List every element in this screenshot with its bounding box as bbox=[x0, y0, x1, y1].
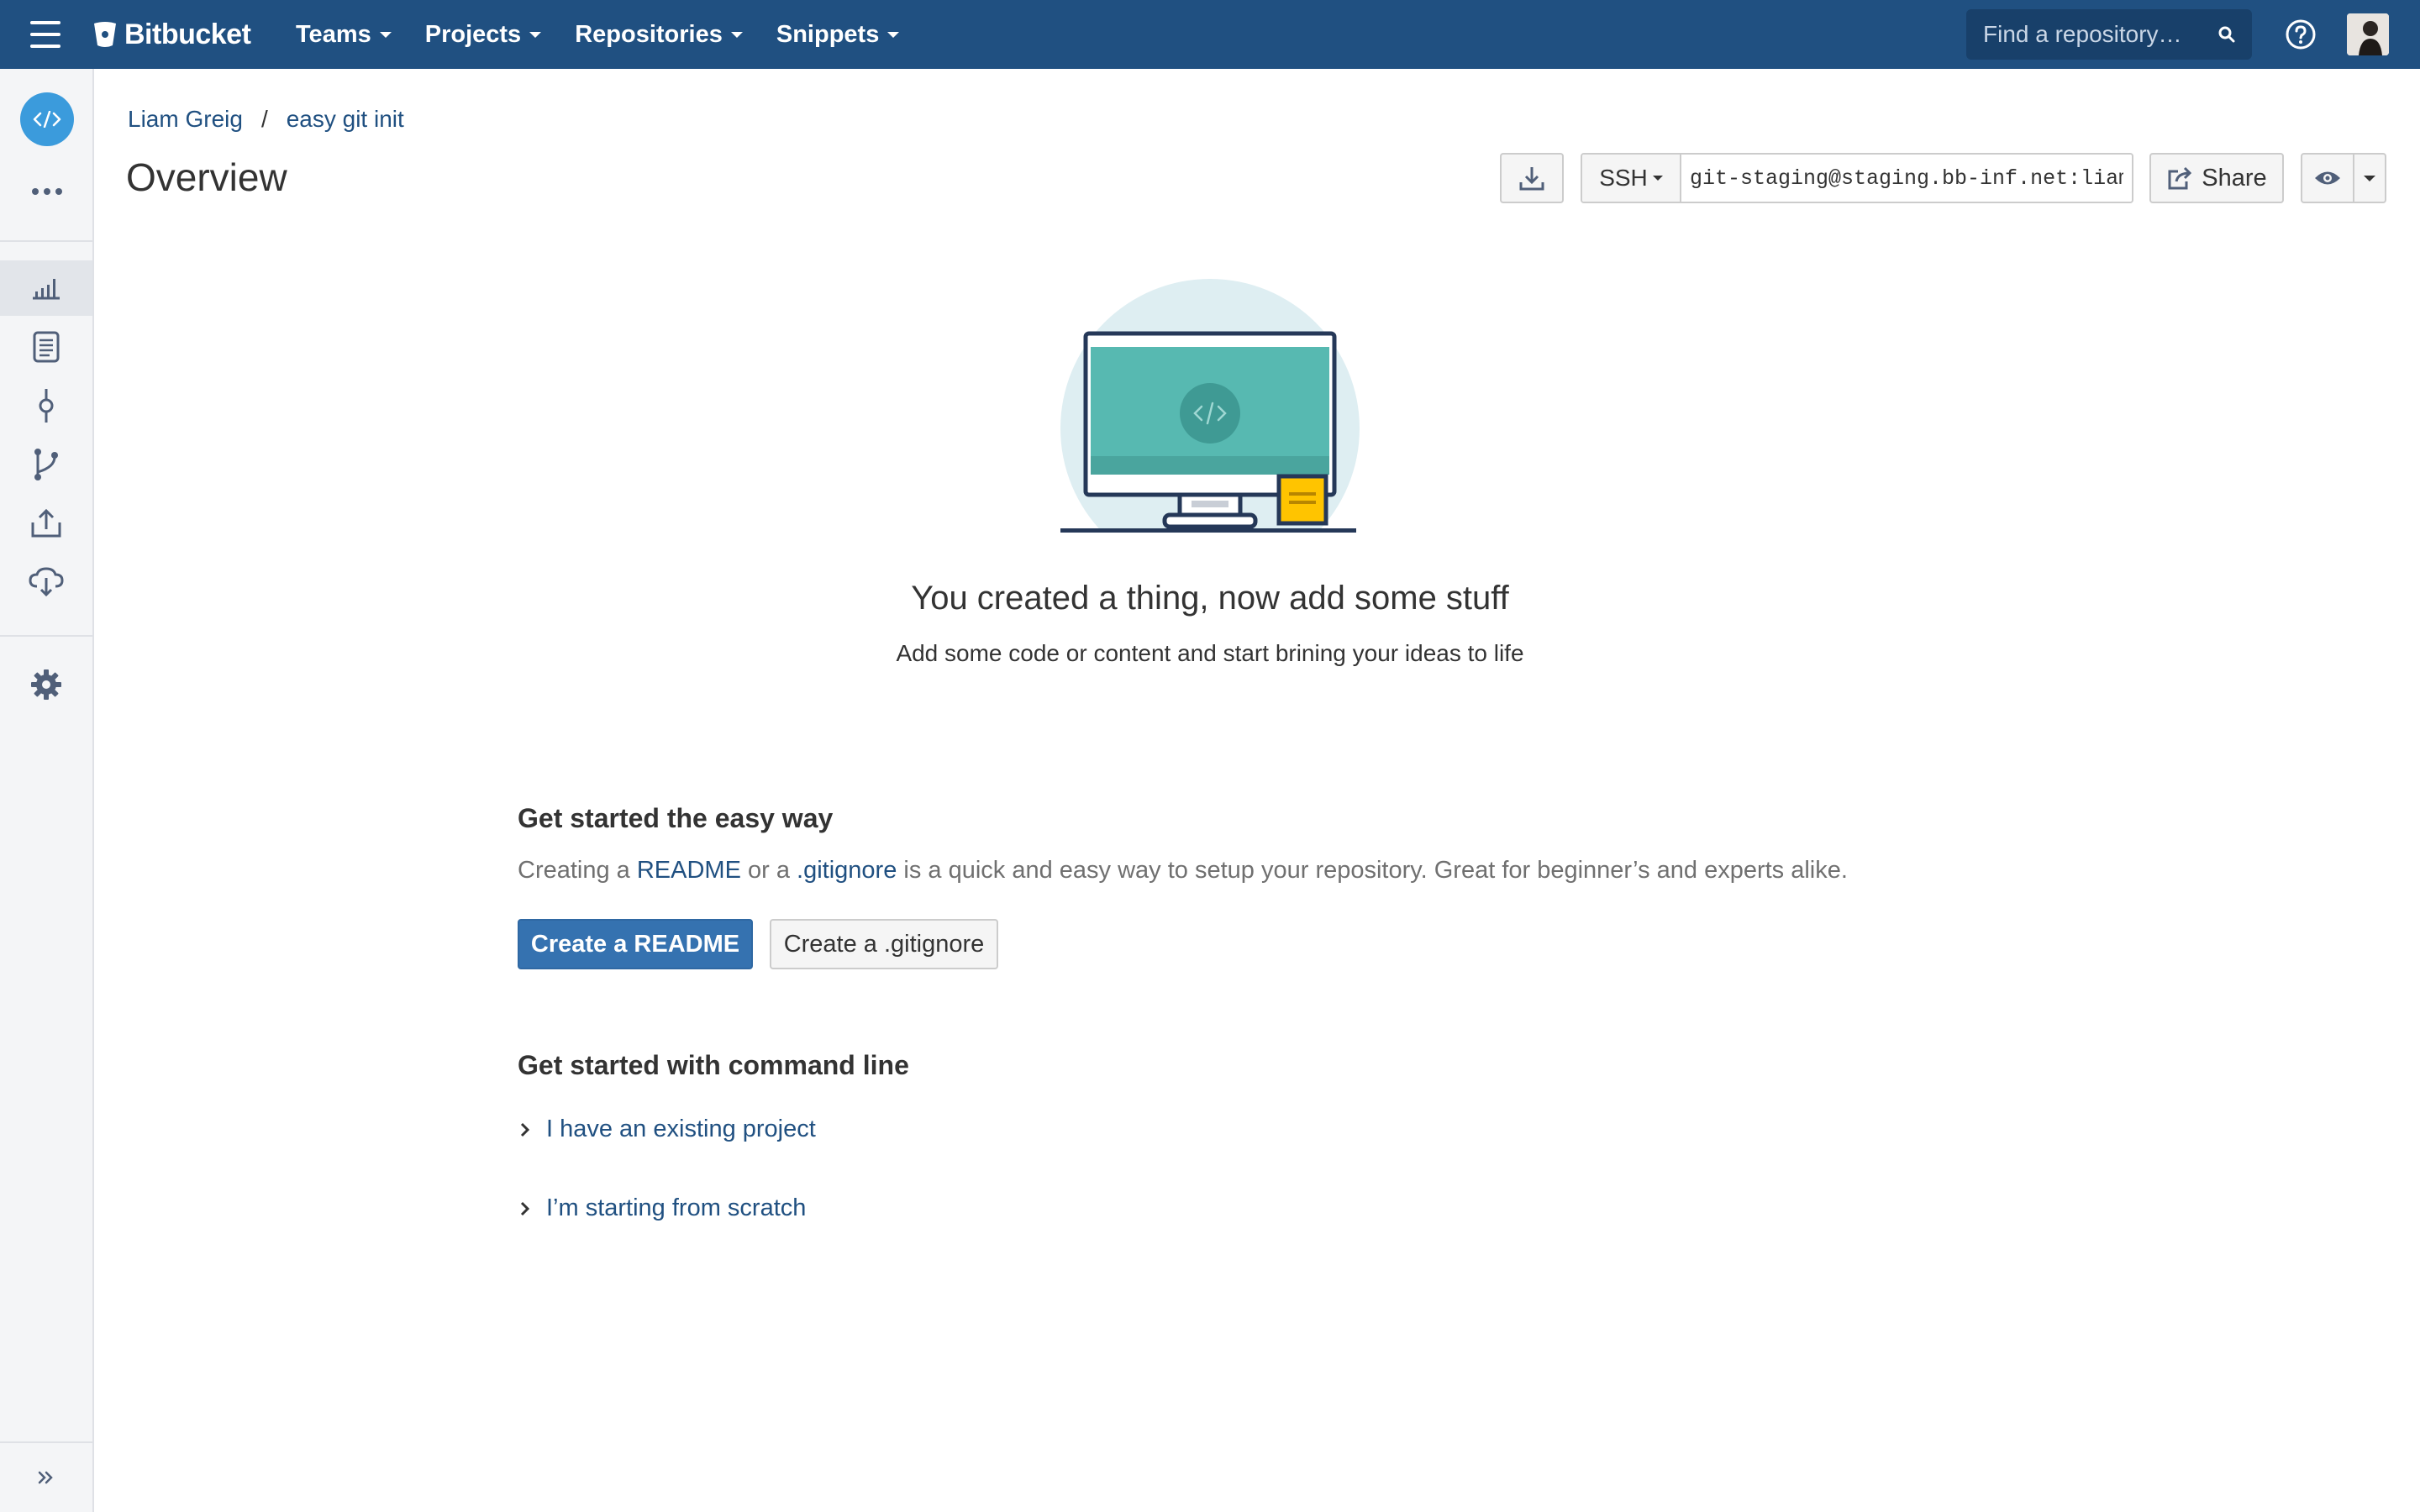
desc-prefix: Creating a bbox=[518, 857, 637, 884]
download-icon bbox=[1519, 167, 1544, 191]
repository-search bbox=[1966, 9, 2252, 60]
sidebar-item-commits[interactable] bbox=[0, 378, 92, 433]
breadcrumb-separator: / bbox=[260, 106, 268, 132]
search-input[interactable] bbox=[1983, 21, 2193, 48]
chevron-down-icon bbox=[1652, 176, 1663, 181]
watch-dropdown[interactable] bbox=[2354, 155, 2385, 202]
gitignore-link[interactable]: .gitignore bbox=[797, 857, 897, 884]
chevron-down-icon bbox=[887, 31, 900, 38]
user-photo bbox=[2347, 13, 2389, 55]
more-options-icon[interactable] bbox=[32, 188, 62, 195]
main-nav: Teams Projects Repositories Snippets bbox=[296, 0, 900, 69]
existing-project-label: I have an existing project bbox=[546, 1116, 816, 1142]
source-icon bbox=[33, 331, 60, 363]
watch-button[interactable] bbox=[2301, 153, 2386, 203]
empty-state-title: You created a thing, now add some stuff bbox=[911, 580, 1509, 617]
search-icon[interactable] bbox=[2217, 24, 2237, 45]
sidebar-item-pull-requests[interactable] bbox=[0, 496, 92, 551]
share-icon bbox=[2168, 166, 2192, 190]
clone-url-control: SSH bbox=[1581, 153, 2133, 203]
clone-protocol-dropdown[interactable]: SSH bbox=[1582, 155, 1681, 202]
sidebar-collapse-button[interactable] bbox=[0, 1441, 92, 1512]
easy-way-description: Creating a README or a .gitignore is a q… bbox=[518, 857, 1848, 885]
breadcrumb-repo-link[interactable]: easy git init bbox=[287, 106, 404, 133]
create-gitignore-button[interactable]: Create a .gitignore bbox=[770, 919, 998, 969]
double-chevron-right-icon bbox=[38, 1471, 53, 1484]
breadcrumb: Liam Greig / easy git init bbox=[128, 106, 404, 133]
sidebar-item-branches[interactable] bbox=[0, 437, 92, 492]
user-avatar[interactable] bbox=[2347, 13, 2389, 55]
nav-snippets-label: Snippets bbox=[776, 20, 880, 48]
share-label: Share bbox=[2202, 164, 2267, 192]
nav-snippets[interactable]: Snippets bbox=[776, 20, 900, 49]
repository-avatar[interactable] bbox=[20, 92, 74, 146]
menu-icon[interactable] bbox=[30, 21, 60, 48]
nav-repositories[interactable]: Repositories bbox=[575, 21, 743, 49]
desc-suffix: is a quick and easy way to setup your re… bbox=[897, 857, 1848, 884]
monitor-illustration bbox=[1060, 279, 1360, 538]
sidebar-item-overview[interactable] bbox=[0, 260, 92, 316]
bucket-icon bbox=[94, 22, 116, 47]
easy-way-heading: Get started the easy way bbox=[518, 803, 834, 833]
sidebar-item-source[interactable] bbox=[0, 319, 92, 375]
sidebar-divider bbox=[0, 635, 92, 637]
commits-icon bbox=[39, 389, 54, 423]
settings-icon bbox=[31, 669, 61, 700]
brand-name: Bitbucket bbox=[124, 18, 251, 50]
from-scratch-label: I’m starting from scratch bbox=[546, 1194, 807, 1221]
page-title: Overview bbox=[126, 155, 287, 199]
help-icon[interactable] bbox=[2284, 18, 2317, 51]
download-button[interactable] bbox=[1500, 153, 1564, 203]
clone-protocol-label: SSH bbox=[1599, 165, 1648, 191]
clone-url-field[interactable] bbox=[1681, 155, 2132, 202]
eye-icon bbox=[2315, 171, 2340, 185]
nav-projects-label: Projects bbox=[424, 20, 522, 48]
existing-project-expander[interactable]: I have an existing project bbox=[519, 1116, 816, 1143]
readme-link[interactable]: README bbox=[637, 857, 741, 884]
overview-icon bbox=[33, 279, 60, 300]
nav-teams-label: Teams bbox=[296, 20, 371, 48]
branches-icon bbox=[34, 449, 58, 480]
chevron-down-icon bbox=[379, 31, 392, 38]
watch-toggle[interactable] bbox=[2302, 155, 2354, 202]
command-line-heading: Get started with command line bbox=[518, 1050, 909, 1080]
chevron-down-icon bbox=[529, 31, 542, 38]
code-icon bbox=[33, 111, 61, 128]
desc-middle: or a bbox=[740, 857, 797, 884]
pull-requests-icon bbox=[31, 508, 61, 538]
top-navigation-bar: Bitbucket Teams Projects Repositories Sn… bbox=[0, 0, 2420, 69]
bitbucket-logo[interactable]: Bitbucket bbox=[92, 15, 251, 54]
nav-teams[interactable]: Teams bbox=[296, 21, 392, 49]
chevron-right-icon bbox=[520, 1201, 530, 1215]
breadcrumb-owner-link[interactable]: Liam Greig bbox=[128, 106, 243, 133]
nav-projects[interactable]: Projects bbox=[424, 20, 542, 49]
chevron-down-icon bbox=[730, 31, 743, 38]
sidebar-divider bbox=[0, 240, 92, 242]
empty-state-subtitle: Add some code or content and start brini… bbox=[896, 640, 1524, 666]
chevron-down-icon bbox=[2364, 175, 2375, 181]
nav-repositories-label: Repositories bbox=[575, 20, 723, 48]
chevron-right-icon bbox=[520, 1122, 530, 1137]
repository-sidebar bbox=[0, 69, 94, 1512]
from-scratch-expander[interactable]: I’m starting from scratch bbox=[519, 1194, 806, 1222]
create-readme-button[interactable]: Create a README bbox=[518, 919, 753, 969]
share-button[interactable]: Share bbox=[2149, 153, 2284, 203]
